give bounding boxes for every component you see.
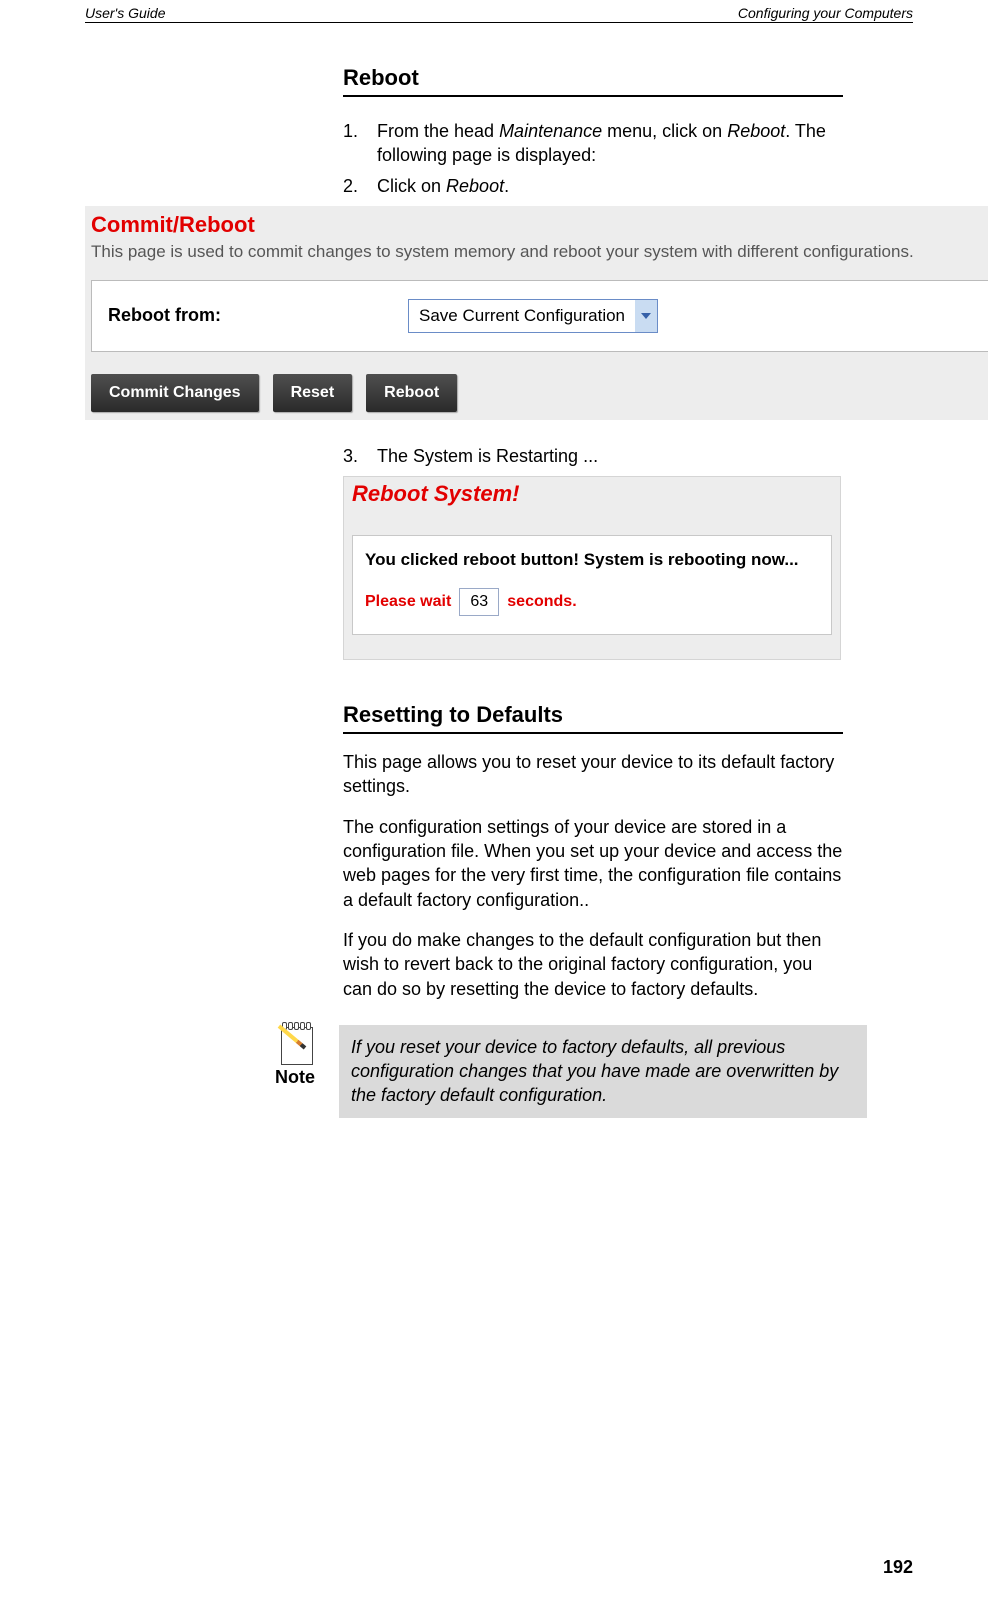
reboot-message: You clicked reboot button! System is reb… (365, 550, 819, 570)
step-number: 1. (343, 119, 377, 168)
select-value: Save Current Configuration (409, 306, 635, 326)
chevron-down-icon (635, 300, 657, 332)
page-number: 192 (883, 1557, 913, 1578)
reboot-from-select[interactable]: Save Current Configuration (408, 299, 658, 333)
section-title-reboot: Reboot (343, 65, 843, 97)
step-2: 2. Click on Reboot. (343, 174, 843, 198)
wait-pre: Please wait (365, 593, 451, 611)
header-left: User's Guide (85, 5, 169, 21)
countdown-seconds: 63 (459, 588, 499, 616)
reboot-from-row: Reboot from: Save Current Configuration (91, 280, 988, 352)
resetting-para-2: The configuration settings of your devic… (343, 815, 843, 912)
step-number: 3. (343, 444, 377, 468)
screenshot1-description: This page is used to commit changes to s… (91, 242, 988, 262)
reboot-button[interactable]: Reboot (366, 374, 457, 412)
note-block: Note If you reset your device to factory… (85, 1025, 913, 1118)
header-rule: User's Guide Configuring your Computers (85, 22, 913, 23)
commit-changes-button[interactable]: Commit Changes (91, 374, 259, 412)
note-label: Note (251, 1067, 339, 1088)
screenshot2-messagebox: You clicked reboot button! System is reb… (352, 535, 832, 635)
screenshot1-title: Commit/Reboot (91, 212, 988, 238)
step-number: 2. (343, 174, 377, 198)
screenshot-reboot-system: Reboot System! You clicked reboot button… (343, 476, 841, 660)
resetting-para-1: This page allows you to reset your devic… (343, 750, 843, 799)
reboot-from-label: Reboot from: (108, 305, 408, 326)
note-icon (277, 1025, 313, 1065)
section-title-resetting: Resetting to Defaults (343, 702, 843, 734)
step-1: 1. From the head Maintenance menu, click… (343, 119, 843, 168)
screenshot-commit-reboot: Commit/Reboot This page is used to commi… (85, 206, 988, 420)
resetting-para-3: If you do make changes to the default co… (343, 928, 843, 1001)
step-3: 3. The System is Restarting ... (343, 444, 843, 468)
note-body: If you reset your device to factory defa… (339, 1025, 867, 1118)
wait-post: seconds. (507, 593, 576, 611)
screenshot2-title: Reboot System! (352, 481, 832, 507)
reset-button[interactable]: Reset (273, 374, 353, 412)
header-right: Configuring your Computers (734, 5, 913, 21)
